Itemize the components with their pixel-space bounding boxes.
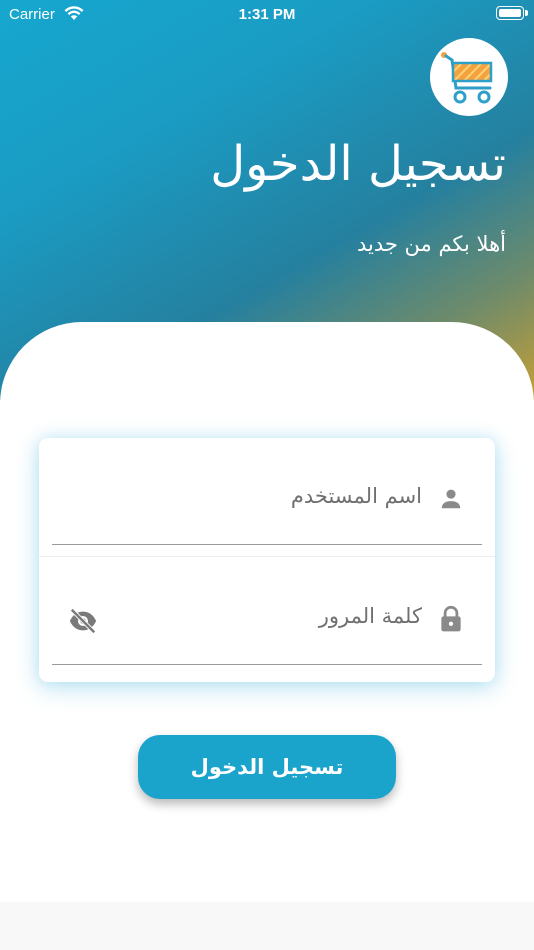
battery-icon [496,6,528,20]
password-underline [52,664,482,665]
page-subtitle: أهلا بكم من جديد [357,232,506,256]
username-underline [52,544,482,545]
username-placeholder: اسم المستخدم [290,484,422,508]
lock-icon [438,604,464,632]
password-placeholder: كلمة المرور [318,604,422,628]
login-button[interactable]: تسجيل الدخول [138,735,396,799]
username-field[interactable]: اسم المستخدم [52,438,482,548]
bottom-area [0,902,534,950]
login-form-card: اسم المستخدم كلمة المرور [39,438,495,682]
eye-off-icon[interactable] [68,606,98,636]
person-icon [438,486,464,512]
field-divider [39,556,495,557]
status-bar: Carrier 1:31 PM [0,0,534,30]
password-field[interactable]: كلمة المرور [52,558,482,668]
page-title: تسجيل الدخول [210,136,506,192]
shopping-cart-icon [441,52,493,104]
status-time: 1:31 PM [238,6,296,23]
app-logo [430,38,508,116]
